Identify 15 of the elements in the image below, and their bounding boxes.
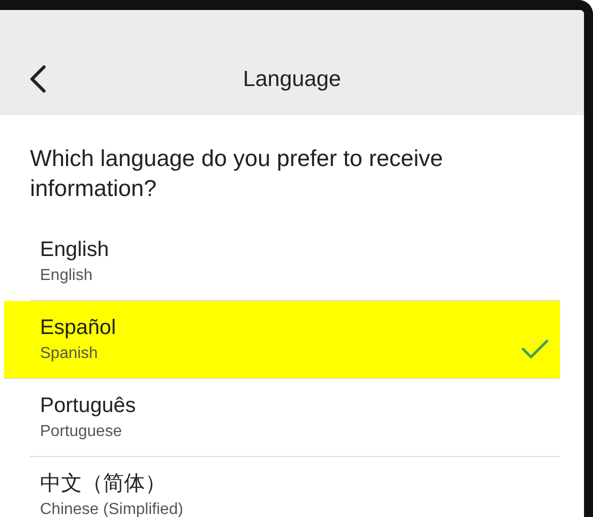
language-subtitle: Portuguese <box>40 422 123 442</box>
chevron-left-icon <box>28 64 48 94</box>
language-subtitle: Spanish <box>40 344 99 364</box>
question-text: Which language do you prefer to receive information? <box>29 144 444 203</box>
language-option[interactable]: Português Portuguese <box>30 379 560 457</box>
language-name: Português <box>40 393 136 419</box>
language-name: English <box>40 237 109 263</box>
language-subtitle: Chinese (Simplified) <box>40 500 184 517</box>
language-subtitle: English <box>40 266 94 286</box>
language-option[interactable]: Español Spanish <box>4 301 560 379</box>
language-option[interactable]: 中文（简体） Chinese (Simplified) <box>30 457 560 517</box>
language-name: 中文（简体） <box>40 471 167 497</box>
screen-title: Language <box>243 66 341 92</box>
language-name: Español <box>40 315 116 341</box>
checkmark-icon <box>520 338 550 360</box>
